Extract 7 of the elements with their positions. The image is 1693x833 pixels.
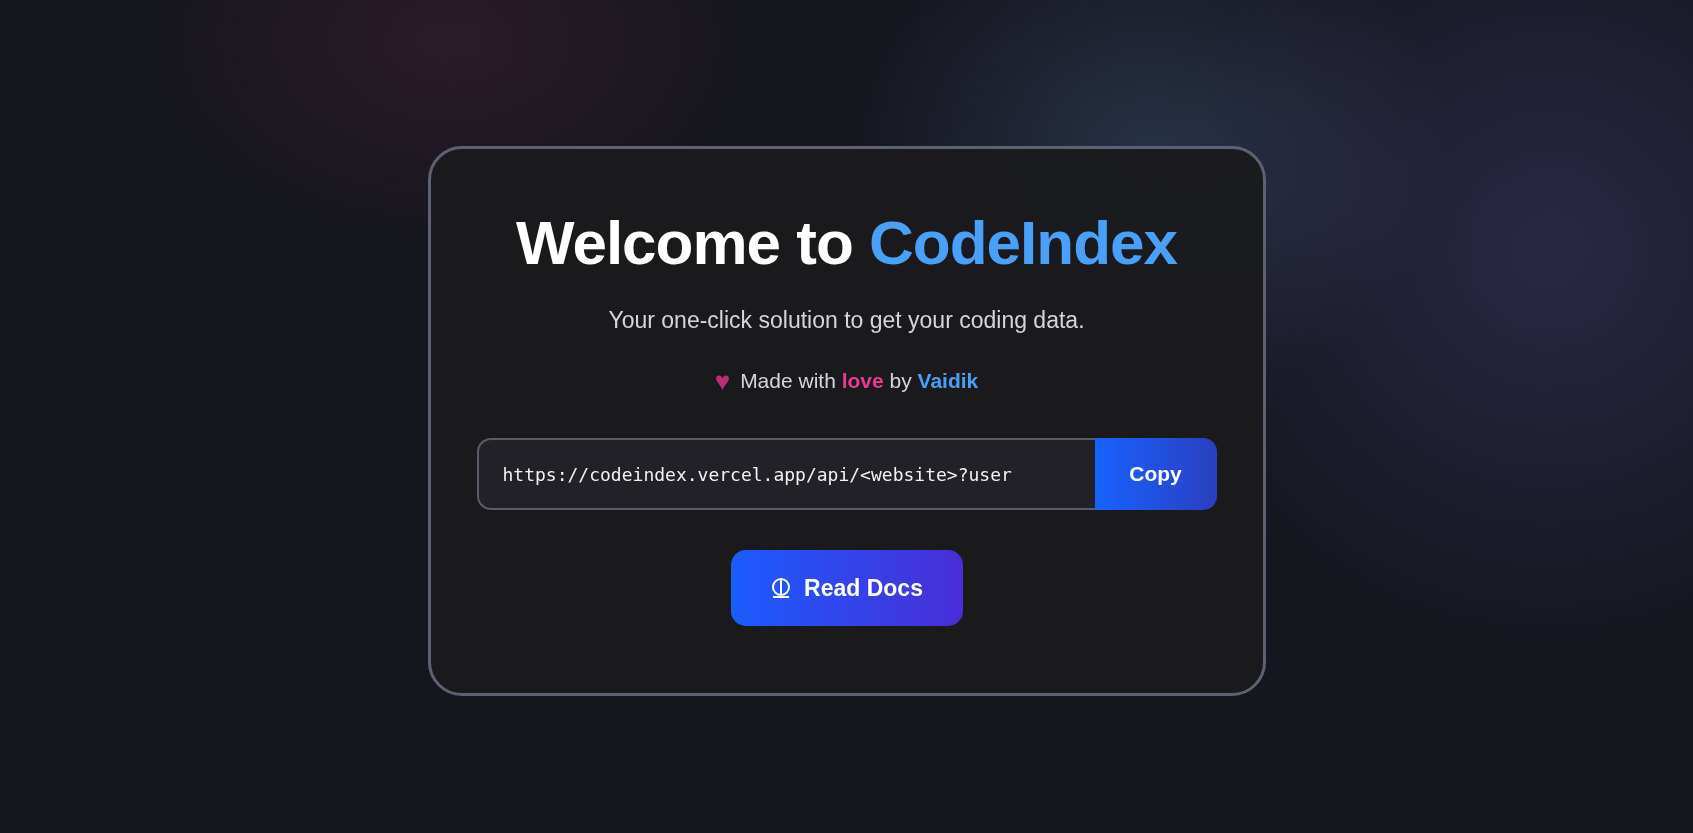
page-title: Welcome to CodeIndex [516,209,1177,278]
subtitle: Your one-click solution to get your coding data. [608,307,1085,335]
heart-icon: ♥ [714,368,731,395]
url-field[interactable]: https://codeindex.vercel.app/api/<website>?user [476,438,1095,511]
read-docs-button[interactable]: Read Docs [730,550,963,627]
copy-button[interactable]: Copy [1094,438,1217,511]
credit-text: Made with love by Vaidik [740,369,979,394]
